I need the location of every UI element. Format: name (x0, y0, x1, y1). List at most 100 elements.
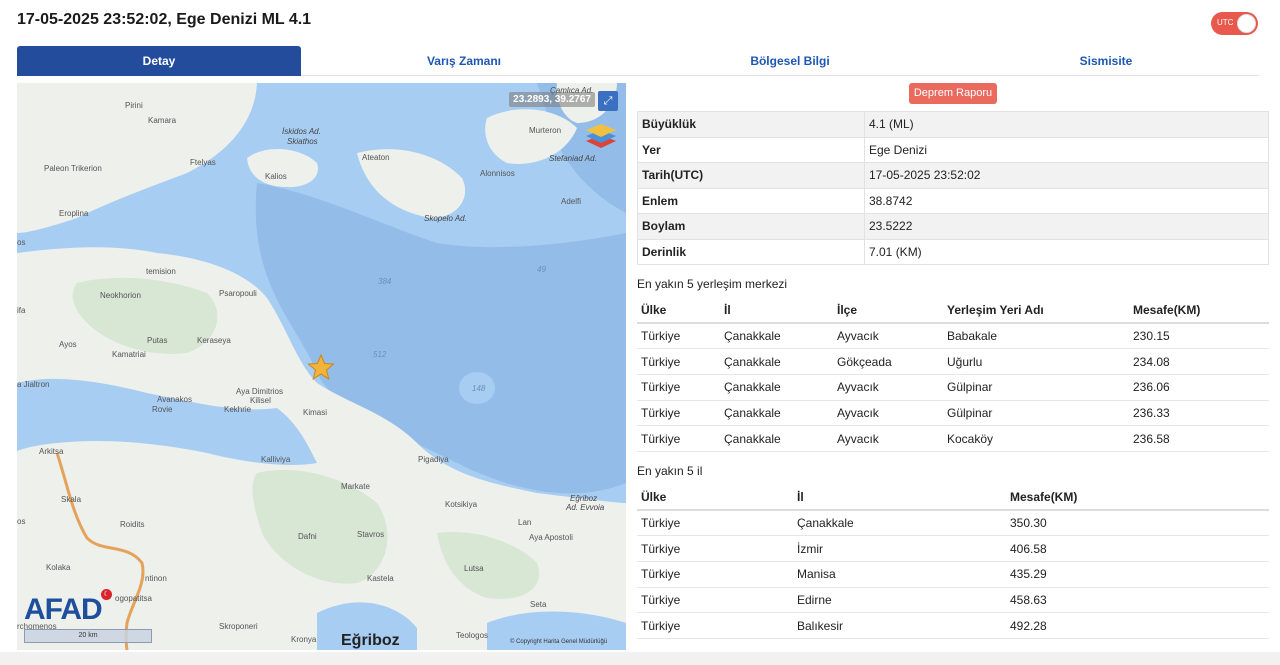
detail-key: Büyüklük (637, 111, 865, 138)
tab-varis-zamani[interactable]: Varış Zamanı (301, 46, 627, 76)
map-label: Aya Dimitrios (236, 387, 283, 396)
map-label: Pigadiya (418, 455, 449, 464)
map-region-label: Eğriboz (341, 632, 400, 649)
map-scale-bar: 20 km (24, 629, 152, 643)
column-header: Mesafe(KM) (1006, 484, 1269, 511)
land-skiathos (247, 148, 318, 188)
map-label: Eğriboz (570, 494, 598, 503)
table-row: Türkiye Balıkesir 492.28 (637, 612, 1269, 639)
detail-key: Boylam (637, 213, 865, 240)
table-cell: Gülpinar (943, 400, 1129, 427)
map-label: temision (146, 267, 176, 276)
table-cell: Türkiye (637, 400, 720, 427)
table-cell: Çanakkale (720, 323, 833, 350)
detail-key: Yer (637, 136, 865, 163)
table-cell: Türkiye (637, 348, 720, 375)
table-cell: 230.15 (1129, 323, 1269, 350)
table-cell: Türkiye (637, 561, 793, 588)
map-label: Ad. Evvoia (566, 503, 605, 512)
detail-value: 7.01 (KM) (864, 238, 1269, 265)
map-label: Kronya (291, 635, 317, 644)
column-header: Mesafe(KM) (1129, 297, 1269, 324)
map-label: Skopelo Ad. (424, 214, 467, 223)
table-header-row: Ülke İl Mesafe(KM) (637, 484, 1269, 511)
tab-bolgesel-bilgi[interactable]: Bölgesel Bilgi (627, 46, 953, 76)
table-cell: Babakale (943, 323, 1129, 350)
map-label: 512 (373, 350, 387, 359)
detail-value: 4.1 (ML) (864, 111, 1269, 138)
map-label: 49 (537, 265, 546, 274)
table-cell: Ayvacık (833, 400, 943, 427)
coordinates-readout: 23.2893, 39.2767 (509, 92, 595, 107)
table-row: Türkiye Çanakkale 350.30 (637, 510, 1269, 537)
map-label: Seta (530, 600, 547, 609)
table-cell: Türkiye (637, 612, 793, 639)
map-label: Psaropouli (219, 289, 257, 298)
table-cell: Çanakkale (793, 510, 1006, 537)
layers-icon[interactable] (584, 121, 618, 151)
map-label: Lan (518, 518, 532, 527)
table-cell: Çanakkale (720, 425, 833, 452)
map-label: İskidos Ad. (282, 127, 321, 136)
column-header: Ülke (637, 297, 720, 324)
map-label: os (17, 517, 26, 526)
table-row: Derinlik 7.01 (KM) (637, 238, 1269, 265)
map-label: Skala (61, 495, 82, 504)
earthquake-report-button[interactable]: Deprem Raporu (909, 83, 997, 104)
map-label: Putas (147, 336, 168, 345)
expand-icon[interactable]: ⤢ (598, 91, 618, 111)
map-label: Eroplina (59, 209, 89, 218)
table-cell: Edirne (793, 587, 1006, 614)
table-cell: Balıkesir (793, 612, 1006, 639)
map-label: 384 (378, 277, 392, 286)
map-label: Kamara (148, 116, 177, 125)
map-label: Dafni (298, 532, 317, 541)
table-cell: 435.29 (1006, 561, 1269, 588)
table-cell: 236.33 (1129, 400, 1269, 427)
table-cell: 458.63 (1006, 587, 1269, 614)
map-label: 148 (472, 384, 486, 393)
map-label: Alonnisos (480, 169, 515, 178)
table-row: Türkiye Çanakkale Gökçeada Uğurlu 234.08 (637, 348, 1269, 375)
tab-detay[interactable]: Detay (17, 46, 301, 76)
table-row: Türkiye İzmir 406.58 (637, 535, 1269, 562)
table-cell: Uğurlu (943, 348, 1129, 375)
map-label: Stefaniad Ad. (549, 154, 597, 163)
table-row: Türkiye Çanakkale Ayvacık Kocaköy 236.58 (637, 425, 1269, 452)
detail-value: 38.8742 (864, 187, 1269, 214)
map-label: Skiathos (287, 137, 318, 146)
table-cell: Çanakkale (720, 348, 833, 375)
table-cell: Ayvacık (833, 425, 943, 452)
page-title: 17-05-2025 23:52:02, Ege Denizi ML 4.1 (17, 11, 312, 28)
tab-bar: Detay Varış Zamanı Bölgesel Bilgi Sismis… (17, 46, 1259, 76)
map-canvas (17, 83, 626, 650)
table-cell: 236.06 (1129, 374, 1269, 401)
map-label: ogopatitsa (115, 594, 152, 603)
table-cell: Türkiye (637, 535, 793, 562)
map-view[interactable]: Pirini Kamara İskidos Ad. Skiathos Çamlı… (17, 83, 626, 650)
detail-key: Tarih(UTC) (637, 162, 865, 189)
map-label: Keraseya (197, 336, 231, 345)
map-label: a Jialtron (17, 380, 50, 389)
detail-value: Ege Denizi (864, 136, 1269, 163)
table-row: Boylam 23.5222 (637, 213, 1269, 240)
table-row: Türkiye Edirne 458.63 (637, 587, 1269, 614)
table-row: Türkiye Çanakkale Ayvacık Gülpinar 236.06 (637, 374, 1269, 401)
table-row: Türkiye Çanakkale Ayvacık Gülpinar 236.33 (637, 400, 1269, 427)
table-cell: Çanakkale (720, 400, 833, 427)
map-label: Kolaka (46, 563, 71, 572)
detail-key: Derinlik (637, 238, 865, 265)
table-row: Enlem 38.8742 (637, 187, 1269, 214)
settlements-table: Ülke İl İlçe Yerleşim Yeri Adı Mesafe(KM… (637, 297, 1269, 452)
column-header: İl (720, 297, 833, 324)
table-row: Büyüklük 4.1 (ML) (637, 111, 1269, 138)
table-cell: Türkiye (637, 425, 720, 452)
utc-toggle[interactable]: UTC (1211, 12, 1258, 35)
table-row: Türkiye Çanakkale Ayvacık Babakale 230.15 (637, 323, 1269, 350)
table-cell: 350.30 (1006, 510, 1269, 537)
map-copyright: © Copyright Harita Genel Müdürlüğü (510, 639, 608, 645)
map-label: Markate (341, 482, 370, 491)
settlements-title: En yakın 5 yerleşim merkezi (637, 277, 788, 291)
tab-sismisite[interactable]: Sismisite (953, 46, 1259, 76)
table-cell: Ayvacık (833, 374, 943, 401)
